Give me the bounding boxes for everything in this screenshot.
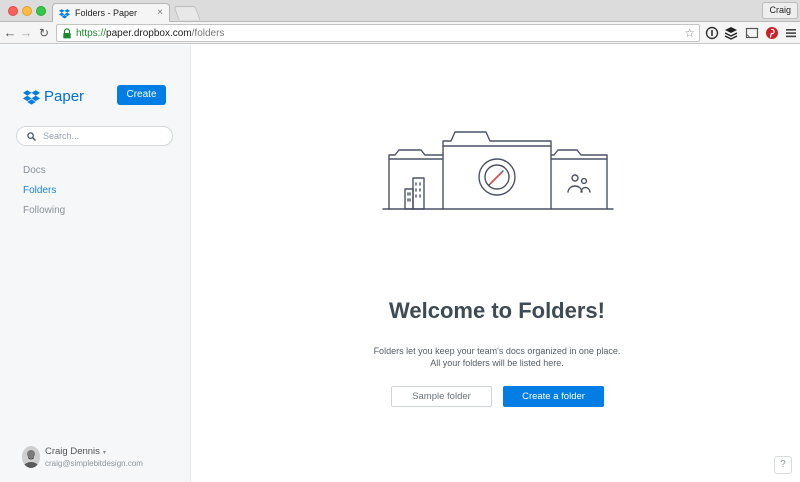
url-host: paper.dropbox.com xyxy=(106,28,192,39)
user-email: craig@simplebitdesign.com xyxy=(45,459,143,468)
menu-icon[interactable] xyxy=(784,25,798,41)
window-close-button[interactable] xyxy=(8,6,18,16)
sidebar-item-docs[interactable]: Docs xyxy=(23,165,46,176)
browser-toolbar: ← → ↻ https://paper.dropbox.com/folders … xyxy=(0,22,800,44)
reload-icon[interactable]: ↻ xyxy=(37,25,51,41)
new-tab-button[interactable] xyxy=(173,6,201,20)
tab-close-icon[interactable]: × xyxy=(157,7,163,19)
description-line-2: All your folders will be listed here. xyxy=(430,358,564,368)
star-icon[interactable]: ☆ xyxy=(684,26,695,40)
address-bar[interactable]: https://paper.dropbox.com/folders ☆ xyxy=(56,24,700,42)
dropbox-icon xyxy=(59,9,70,19)
chevron-down-icon: ▾ xyxy=(102,450,106,456)
info-icon[interactable] xyxy=(705,25,719,41)
back-arrow-icon[interactable]: ← xyxy=(3,25,17,41)
window-maximize-button[interactable] xyxy=(36,6,46,16)
dropbox-logo-icon xyxy=(23,90,40,105)
buffer-icon[interactable] xyxy=(724,25,738,41)
sidebar-item-folders[interactable]: Folders xyxy=(23,185,56,196)
search-input[interactable] xyxy=(43,129,168,143)
sidebar-item-following[interactable]: Following xyxy=(23,205,65,216)
browser-tab-folders[interactable]: Folders - Paper × xyxy=(52,3,170,23)
page-title: Welcome to Folders! xyxy=(389,298,605,323)
user-name[interactable]: Craig Dennis ▾ xyxy=(45,446,106,457)
sample-folder-button[interactable]: Sample folder xyxy=(391,386,492,407)
avatar-image xyxy=(22,446,40,468)
lock-icon xyxy=(63,28,71,39)
search-box[interactable] xyxy=(16,126,173,146)
create-button[interactable]: Create xyxy=(117,85,166,105)
url-scheme: https:// xyxy=(76,28,107,39)
description-line-1: Folders let you keep your team's docs or… xyxy=(373,346,621,356)
folders-description: Folders let you keep your team's docs or… xyxy=(192,345,800,369)
cast-icon[interactable] xyxy=(745,25,759,41)
create-folder-button[interactable]: Create a folder xyxy=(503,386,604,407)
forward-arrow-icon[interactable]: → xyxy=(19,25,33,41)
url-path: /folders xyxy=(191,28,225,39)
help-button[interactable]: ? xyxy=(774,456,792,474)
search-icon xyxy=(27,132,36,141)
sidebar: Paper Create Docs Folders Following Crai… xyxy=(0,45,191,482)
avatar[interactable] xyxy=(22,446,40,468)
tab-title: Folders - Paper xyxy=(75,8,138,18)
folders-illustration-icon xyxy=(382,131,614,210)
main-content: Welcome to Folders! Folders let you keep… xyxy=(192,45,800,482)
url-text: https://paper.dropbox.com/folders xyxy=(76,28,224,39)
pinterest-icon[interactable] xyxy=(765,25,779,41)
profile-button[interactable]: Craig xyxy=(762,2,798,19)
user-name-text: Craig Dennis xyxy=(45,446,100,457)
window-minimize-button[interactable] xyxy=(22,6,32,16)
logo-text: Paper xyxy=(44,88,85,105)
browser-tab-bar: Folders - Paper × Craig xyxy=(0,0,800,23)
